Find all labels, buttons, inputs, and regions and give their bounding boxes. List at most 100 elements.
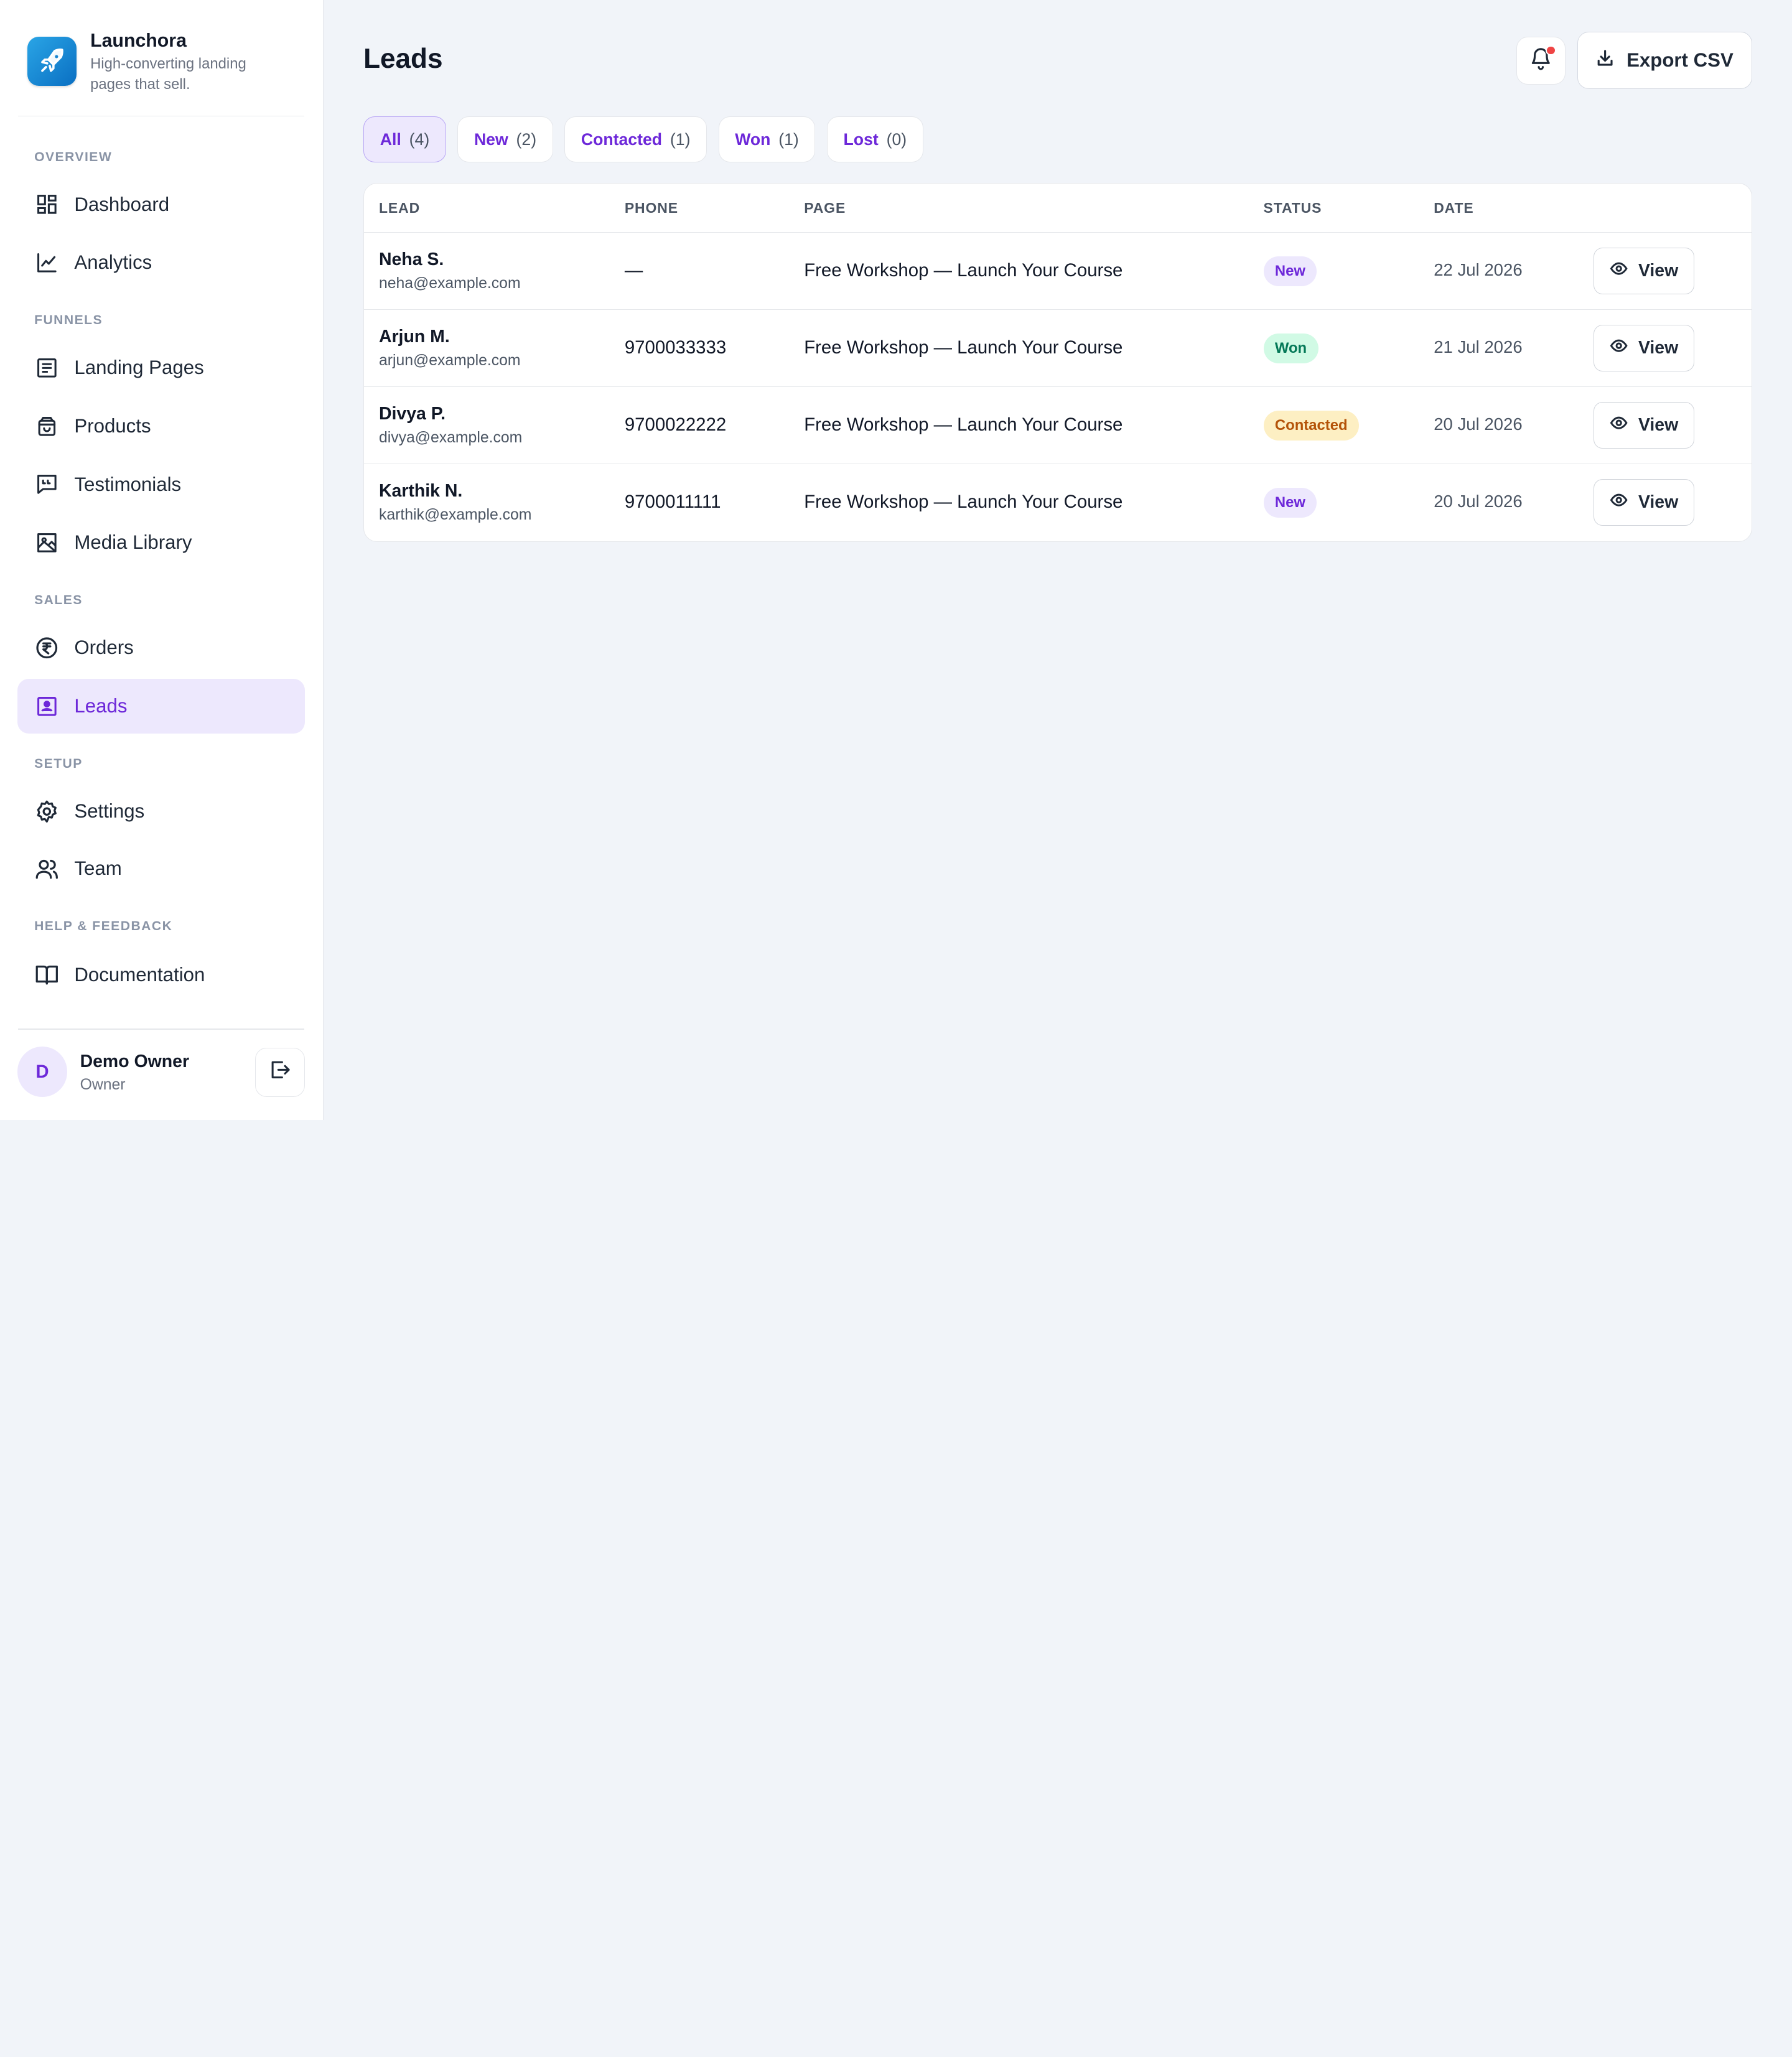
- section-label-setup: SETUP: [34, 756, 83, 771]
- column-header-date[interactable]: DATE: [1434, 200, 1473, 217]
- sidebar-item-team[interactable]: Team: [17, 841, 306, 896]
- filter-count: (1): [778, 129, 799, 149]
- lead-name: Divya P.: [378, 404, 446, 424]
- view-button[interactable]: View: [1594, 247, 1694, 294]
- filter-new[interactable]: New (2): [457, 116, 553, 162]
- sidebar-item-testimonials[interactable]: Testimonials: [17, 457, 306, 512]
- lead-email: divya@example.com: [378, 429, 523, 446]
- sidebar-item-analytics[interactable]: Analytics: [17, 235, 306, 290]
- sidebar-item-label: Documentation: [74, 963, 205, 986]
- brand-tagline: High-converting landing pages that sell.: [90, 55, 246, 93]
- lead-name: Arjun M.: [378, 327, 450, 347]
- divider: [18, 115, 305, 117]
- view-button[interactable]: View: [1594, 324, 1694, 371]
- view-button[interactable]: View: [1594, 401, 1694, 449]
- quote-message-icon: [34, 472, 59, 497]
- filter-label: All: [380, 129, 401, 149]
- column-header-lead[interactable]: LEAD: [379, 200, 420, 217]
- column-header-page[interactable]: PAGE: [804, 200, 846, 217]
- lead-phone: 9700011111: [624, 491, 721, 512]
- export-csv-label: Export CSV: [1626, 49, 1734, 72]
- status-badge: New: [1263, 488, 1317, 518]
- lead-date: 20 Jul 2026: [1434, 491, 1523, 511]
- table-row[interactable]: Divya P. divya@example.com 9700022222 Fr…: [364, 387, 1752, 464]
- notification-dot: [1546, 45, 1556, 56]
- sidebar-item-label: Analytics: [74, 251, 152, 274]
- sidebar-item-label: Orders: [74, 637, 134, 659]
- gear-icon: [34, 799, 59, 824]
- view-label: View: [1638, 260, 1679, 281]
- filter-contacted[interactable]: Contacted (1): [564, 116, 707, 162]
- sidebar-item-orders[interactable]: Orders: [17, 620, 306, 675]
- lead-email: karthik@example.com: [378, 506, 532, 523]
- lead-page: Free Workshop — Launch Your Course: [804, 259, 1123, 281]
- column-header-phone[interactable]: PHONE: [625, 200, 678, 217]
- status-filter-tabs: All (4) New (2) Contacted (1) Won (1) Lo…: [363, 116, 923, 162]
- view-button[interactable]: View: [1594, 478, 1694, 526]
- sidebar-item-media-library[interactable]: Media Library: [17, 515, 306, 570]
- filter-all[interactable]: All (4): [363, 116, 446, 162]
- lead-date: 21 Jul 2026: [1434, 337, 1523, 357]
- filter-count: (0): [886, 129, 907, 149]
- lead-name: Karthik N.: [378, 481, 463, 501]
- filter-label: New: [474, 129, 508, 149]
- filter-count: (4): [409, 129, 430, 149]
- brand[interactable]: Launchora High-converting landing pages …: [0, 0, 323, 118]
- sidebar-item-label: Products: [74, 415, 151, 437]
- view-label: View: [1638, 414, 1679, 435]
- eye-icon: [1610, 414, 1628, 437]
- user-role: Owner: [80, 1076, 126, 1094]
- open-book-icon: [34, 962, 59, 987]
- filter-lost[interactable]: Lost (0): [826, 116, 923, 162]
- line-chart-icon: [34, 250, 59, 275]
- export-csv-button[interactable]: Export CSV: [1577, 32, 1752, 90]
- sidebar-item-label: Landing Pages: [74, 357, 204, 379]
- section-label-funnels: FUNNELS: [34, 313, 103, 328]
- logout-icon: [269, 1058, 292, 1086]
- sidebar-item-documentation[interactable]: Documentation: [17, 948, 306, 1002]
- sidebar-item-settings[interactable]: Settings: [17, 784, 306, 839]
- sidebar-item-landing-pages[interactable]: Landing Pages: [17, 340, 306, 395]
- sidebar-item-dashboard[interactable]: Dashboard: [17, 177, 306, 232]
- view-label: View: [1638, 337, 1679, 358]
- lead-page: Free Workshop — Launch Your Course: [804, 414, 1123, 435]
- table-row[interactable]: Arjun M. arjun@example.com 9700033333 Fr…: [364, 310, 1752, 387]
- rocket-logo-icon: [27, 36, 77, 86]
- sidebar-item-products[interactable]: Products: [17, 399, 306, 454]
- logout-button[interactable]: [254, 1048, 306, 1098]
- column-header-status[interactable]: STATUS: [1264, 200, 1322, 217]
- status-badge: New: [1263, 256, 1317, 287]
- users-icon: [34, 856, 59, 881]
- lead-date: 22 Jul 2026: [1434, 259, 1523, 279]
- filter-won[interactable]: Won (1): [718, 116, 816, 162]
- status-badge: Contacted: [1263, 411, 1359, 441]
- eye-icon: [1610, 491, 1628, 514]
- sidebar-item-label: Testimonials: [74, 473, 182, 495]
- table-header: LEAD PHONE PAGE STATUS DATE: [364, 184, 1752, 233]
- lead-phone: —: [624, 259, 643, 281]
- main-content: Leads Export CSV All (4) New (2) Contact…: [324, 0, 1792, 1120]
- sidebar-item-label: Leads: [74, 695, 128, 717]
- table-row[interactable]: Karthik N. karthik@example.com 970001111…: [364, 464, 1752, 541]
- leads-table: LEAD PHONE PAGE STATUS DATE Neha S. neha…: [363, 182, 1752, 542]
- section-label-overview: OVERVIEW: [34, 149, 113, 164]
- brand-name: Launchora: [90, 30, 187, 51]
- sidebar: Launchora High-converting landing pages …: [0, 0, 324, 1120]
- lead-page: Free Workshop — Launch Your Course: [804, 337, 1123, 358]
- filter-label: Won: [735, 129, 771, 149]
- lead-phone: 9700022222: [624, 414, 727, 435]
- avatar[interactable]: D: [17, 1047, 68, 1098]
- filter-count: (2): [516, 129, 537, 149]
- filter-count: (1): [670, 129, 691, 149]
- table-row[interactable]: Neha S. neha@example.com — Free Workshop…: [364, 233, 1752, 310]
- notifications-button[interactable]: [1516, 36, 1566, 85]
- sidebar-item-leads[interactable]: Leads: [17, 678, 306, 734]
- view-label: View: [1638, 492, 1679, 512]
- lead-date: 20 Jul 2026: [1434, 414, 1523, 434]
- page-layout-icon: [34, 355, 59, 380]
- download-icon: [1595, 49, 1615, 73]
- image-icon: [34, 530, 59, 555]
- lead-phone: 9700033333: [624, 337, 727, 358]
- eye-icon: [1610, 259, 1628, 282]
- lead-name: Neha S.: [378, 250, 444, 270]
